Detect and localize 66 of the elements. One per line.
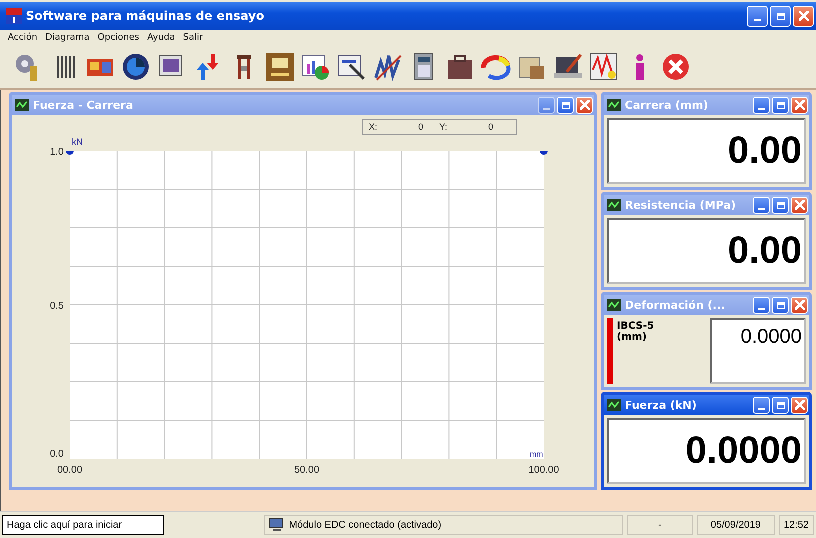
- close-button[interactable]: [793, 6, 814, 26]
- window-title: Software para máquinas de ensayo: [26, 9, 264, 23]
- cursor-marker: [66, 151, 74, 155]
- close-button[interactable]: [791, 96, 808, 114]
- window-title: Carrera (mm): [625, 98, 708, 112]
- minimize-button[interactable]: [538, 96, 555, 114]
- computer-icon: [269, 518, 286, 532]
- y-tick-label: 0.0: [50, 449, 64, 460]
- minimize-button[interactable]: [753, 396, 770, 414]
- status-time: 12:52: [778, 515, 814, 535]
- app-icon: [6, 8, 22, 24]
- close-button[interactable]: [576, 96, 593, 114]
- close-icon[interactable]: [660, 52, 691, 82]
- status-panel: -: [627, 515, 693, 535]
- minimize-button[interactable]: [753, 196, 770, 214]
- connection-status: Módulo EDC conectado (activado): [289, 520, 442, 530]
- value-display: 0.0000: [710, 318, 806, 384]
- channel-bar: [607, 318, 613, 384]
- maximize-button[interactable]: [772, 96, 789, 114]
- maximize-button[interactable]: [557, 96, 574, 114]
- chart-icon: [15, 99, 29, 111]
- x-label: X:: [369, 122, 378, 132]
- window-title: Fuerza (kN): [625, 398, 697, 412]
- maximize-button[interactable]: [772, 296, 789, 314]
- minimize-button[interactable]: [753, 96, 770, 114]
- window-title: Resistencia (MPa): [625, 198, 736, 212]
- close-button[interactable]: [791, 296, 808, 314]
- maximize-button[interactable]: [772, 196, 789, 214]
- status-hint[interactable]: Haga clic aquí para iniciar: [2, 515, 164, 535]
- menu-item[interactable]: Ayuda: [147, 33, 176, 43]
- close-button[interactable]: [791, 396, 808, 414]
- chart-icon: [607, 99, 621, 111]
- maximize-button[interactable]: [772, 396, 789, 414]
- x-axis-unit: mm: [530, 450, 544, 459]
- y-label: Y:: [440, 122, 448, 132]
- channel-unit: (mm): [617, 332, 648, 343]
- chart-icon: [607, 299, 621, 311]
- x-tick-label: 00.00: [57, 465, 83, 476]
- window-title: Deformación (...: [625, 298, 726, 312]
- y-value: 0: [488, 122, 494, 132]
- minimize-button[interactable]: [747, 6, 768, 26]
- y-tick-label: 1.0: [50, 147, 64, 158]
- x-tick-label: 50.00: [294, 465, 320, 476]
- chart-icon: [607, 399, 621, 411]
- value-display: 0.00: [728, 130, 803, 172]
- chart-icon: [607, 199, 621, 211]
- close-button[interactable]: [791, 196, 808, 214]
- window-title: Fuerza - Carrera: [33, 98, 134, 112]
- status-date: 05/09/2019: [696, 515, 775, 535]
- menu-item[interactable]: Salir: [183, 33, 204, 43]
- y-axis-unit: kN: [72, 137, 83, 147]
- waveform-icon[interactable]: [588, 52, 619, 82]
- y-tick-label: 0.5: [50, 301, 64, 312]
- x-value: 0: [418, 122, 424, 132]
- restore-button[interactable]: [770, 6, 791, 26]
- x-tick-label: 100.00: [528, 465, 560, 476]
- value-display: 0.0000: [686, 430, 803, 472]
- menu-item[interactable]: Acción: [8, 33, 38, 43]
- cabinet-icon[interactable]: [264, 52, 295, 82]
- channel-name: IBCS-5: [617, 321, 656, 332]
- value-display: 0.00: [728, 230, 803, 272]
- globe-icon[interactable]: [120, 52, 151, 82]
- menu-item[interactable]: Opciones: [98, 33, 140, 43]
- cursor-marker: [540, 151, 548, 155]
- minimize-button[interactable]: [753, 296, 770, 314]
- menu-item[interactable]: Diagrama: [46, 33, 90, 43]
